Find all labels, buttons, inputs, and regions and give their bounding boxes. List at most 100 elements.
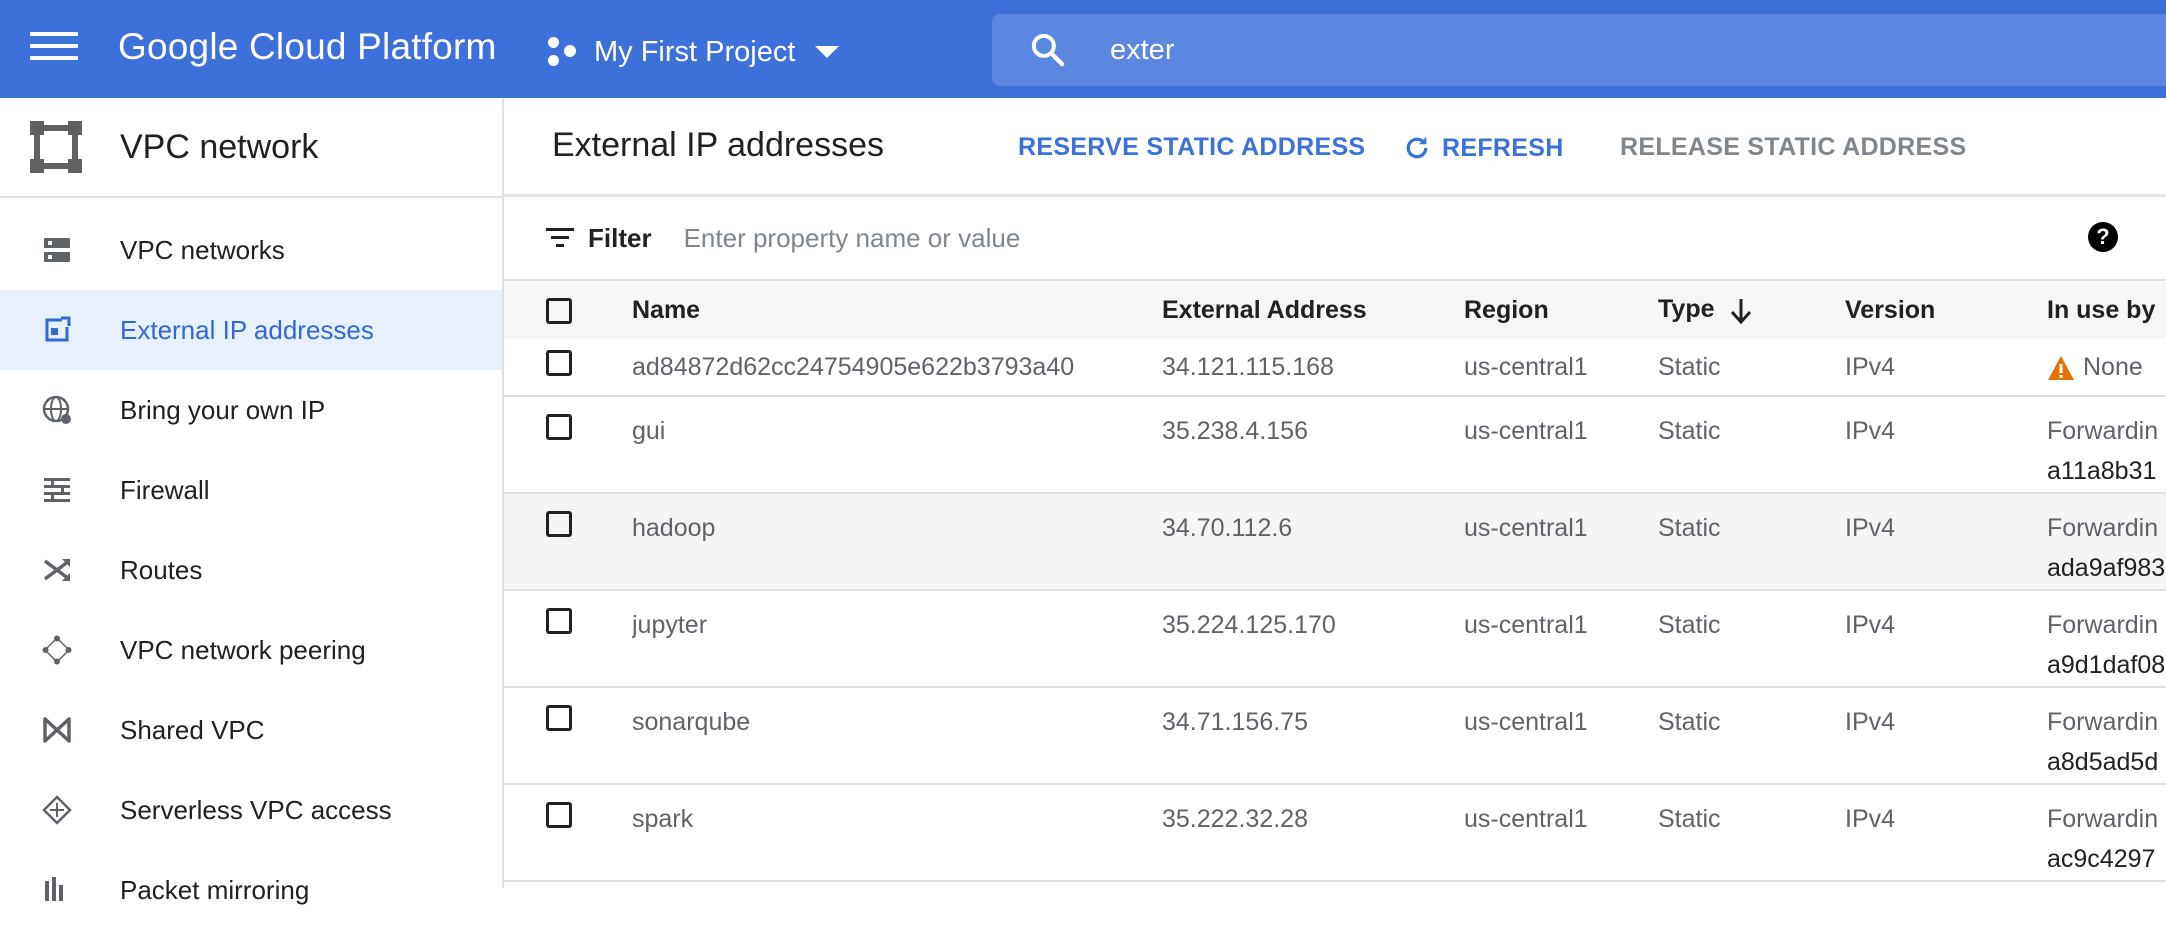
cell-address: 34.71.156.75 <box>1162 708 1308 736</box>
sidebar-item-vpc-network-peering[interactable]: VPC network peering <box>0 610 502 690</box>
in-use-by-line-2[interactable]: a11a8b31 <box>2047 451 2166 491</box>
main-content: External IP addresses RESERVE STATIC ADD… <box>504 98 2166 888</box>
row-checkbox[interactable] <box>546 608 572 634</box>
help-icon[interactable]: ? <box>2088 222 2118 252</box>
in-use-by-line-1: Forwardin <box>2047 417 2159 445</box>
cell-in-use-by: None <box>2047 339 2166 396</box>
brand-title[interactable]: Google Cloud Platform <box>118 26 497 68</box>
project-dots-icon <box>546 35 580 69</box>
cell-version: IPv4 <box>1845 611 1896 639</box>
in-use-by-line-1: Forwardin <box>2047 708 2159 736</box>
page-header: External IP addresses RESERVE STATIC ADD… <box>504 98 2166 197</box>
cell-in-use-by: Forwardin a9d1daf08 <box>2047 590 2166 687</box>
sidebar-item-label: Firewall <box>120 474 210 505</box>
cell-type: Static <box>1658 611 1721 639</box>
sidebar-item-firewall[interactable]: Firewall <box>0 450 502 530</box>
sidebar-item-shared-vpc[interactable]: Shared VPC <box>0 690 502 770</box>
row-checkbox[interactable] <box>546 802 572 828</box>
packet-mirroring-icon <box>40 873 74 907</box>
filter-bar: Filter ? <box>504 197 2166 281</box>
cell-name: sonarqube <box>632 708 751 736</box>
cell-version: IPv4 <box>1845 514 1896 542</box>
sidebar-item-vpc-networks[interactable]: VPC networks <box>0 210 502 290</box>
cell-version: IPv4 <box>1845 417 1896 445</box>
sidebar-item-label: Routes <box>120 554 203 585</box>
release-static-address-button[interactable]: RELEASE STATIC ADDRESS <box>1620 133 1966 162</box>
in-use-by-line-2[interactable]: a8d5ad5d <box>2047 742 2166 782</box>
in-use-by-value: None <box>2083 353 2143 381</box>
sidebar-item-label: Shared VPC <box>120 714 265 745</box>
sidebar-item-label: Packet mirroring <box>120 874 310 905</box>
table-row[interactable]: spark 35.222.32.28 us-central1 Static IP… <box>504 784 2166 881</box>
in-use-by-line-2[interactable]: ada9af983 <box>2047 548 2166 588</box>
table-row[interactable]: gui 35.238.4.156 us-central1 Static IPv4… <box>504 396 2166 493</box>
peering-icon <box>40 633 74 667</box>
sidebar-item-bring-your-own-ip[interactable]: Bring your own IP <box>0 370 502 450</box>
search-input[interactable] <box>1108 32 2012 68</box>
cell-in-use-by: Forwardin ada9af983 <box>2047 493 2166 590</box>
serverless-icon <box>40 793 74 827</box>
sidebar-item-label: External IP addresses <box>120 314 374 345</box>
row-checkbox[interactable] <box>546 705 572 731</box>
refresh-label: REFRESH <box>1442 133 1564 162</box>
project-selector[interactable]: My First Project <box>546 30 840 74</box>
row-checkbox[interactable] <box>546 350 572 376</box>
reserve-static-address-button[interactable]: RESERVE STATIC ADDRESS <box>1018 133 1365 162</box>
in-use-by-line-2[interactable]: ac9c4297 <box>2047 839 2166 879</box>
column-header-version[interactable]: Version <box>1845 281 2047 339</box>
filter-icon <box>546 228 574 247</box>
table-row[interactable]: hadoop 34.70.112.6 us-central1 Static IP… <box>504 493 2166 590</box>
sidebar: VPC network VPC networks External IP add… <box>0 98 504 905</box>
cell-type: Static <box>1658 417 1721 445</box>
table-row[interactable]: ad84872d62cc24754905e622b3793a40 34.121.… <box>504 339 2166 396</box>
sidebar-item-packet-mirroring[interactable]: Packet mirroring <box>0 850 502 930</box>
cell-region: us-central1 <box>1464 353 1588 381</box>
hamburger-menu-icon[interactable] <box>30 32 78 68</box>
warning-icon <box>2048 356 2074 381</box>
refresh-icon <box>1406 136 1428 159</box>
refresh-button[interactable]: REFRESH <box>1402 133 1564 163</box>
routes-icon <box>40 553 74 587</box>
page-title: External IP addresses <box>552 126 884 164</box>
sidebar-item-routes[interactable]: Routes <box>0 530 502 610</box>
vpc-networks-icon <box>40 233 74 267</box>
external-ip-icon <box>40 313 74 347</box>
table-row[interactable]: jupyter 35.224.125.170 us-central1 Stati… <box>504 590 2166 687</box>
cell-name: jupyter <box>632 611 708 639</box>
sidebar-item-label: VPC network peering <box>120 634 366 665</box>
sidebar-item-label: Serverless VPC access <box>120 794 392 825</box>
search-icon <box>1031 33 1065 67</box>
column-header-name[interactable]: Name <box>632 281 1162 339</box>
sidebar-nav: VPC networks External IP addresses Bring… <box>0 198 502 930</box>
column-header-type[interactable]: Type <box>1658 281 1845 339</box>
search-box[interactable] <box>992 14 2166 86</box>
cell-name: hadoop <box>632 514 716 542</box>
filter-input[interactable] <box>681 221 1586 255</box>
cell-region: us-central1 <box>1464 805 1588 833</box>
row-checkbox[interactable] <box>546 414 572 440</box>
chevron-down-icon <box>815 46 840 58</box>
in-use-by-line-1: Forwardin <box>2047 805 2159 833</box>
sidebar-item-external-ip-addresses[interactable]: External IP addresses <box>0 290 502 370</box>
sidebar-item-label: VPC networks <box>120 234 285 265</box>
table-row[interactable]: sonarqube 34.71.156.75 us-central1 Stati… <box>504 687 2166 784</box>
shared-vpc-icon <box>40 713 74 747</box>
cell-region: us-central1 <box>1464 417 1588 445</box>
top-app-bar: Google Cloud Platform My First Project <box>0 0 2166 98</box>
cell-name: spark <box>632 805 694 833</box>
cell-version: IPv4 <box>1845 708 1896 736</box>
sidebar-item-serverless-vpc-access[interactable]: Serverless VPC access <box>0 770 502 850</box>
ip-addresses-table: Name External Address Region Type Versio… <box>504 281 2166 882</box>
row-checkbox[interactable] <box>546 511 572 537</box>
in-use-by-line-1: Forwardin <box>2047 514 2159 542</box>
project-name: My First Project <box>594 35 796 68</box>
column-header-region[interactable]: Region <box>1464 281 1658 339</box>
cell-address: 34.121.115.168 <box>1162 353 1334 381</box>
in-use-by-line-2[interactable]: a9d1daf08 <box>2047 645 2166 685</box>
select-all-checkbox[interactable] <box>546 297 572 324</box>
sidebar-title: VPC network <box>120 127 319 166</box>
column-header-external-address[interactable]: External Address <box>1162 281 1464 339</box>
column-header-in-use-by[interactable]: In use by <box>2047 281 2166 339</box>
cell-name: ad84872d62cc24754905e622b3793a40 <box>632 353 1075 381</box>
cell-type: Static <box>1658 353 1721 381</box>
